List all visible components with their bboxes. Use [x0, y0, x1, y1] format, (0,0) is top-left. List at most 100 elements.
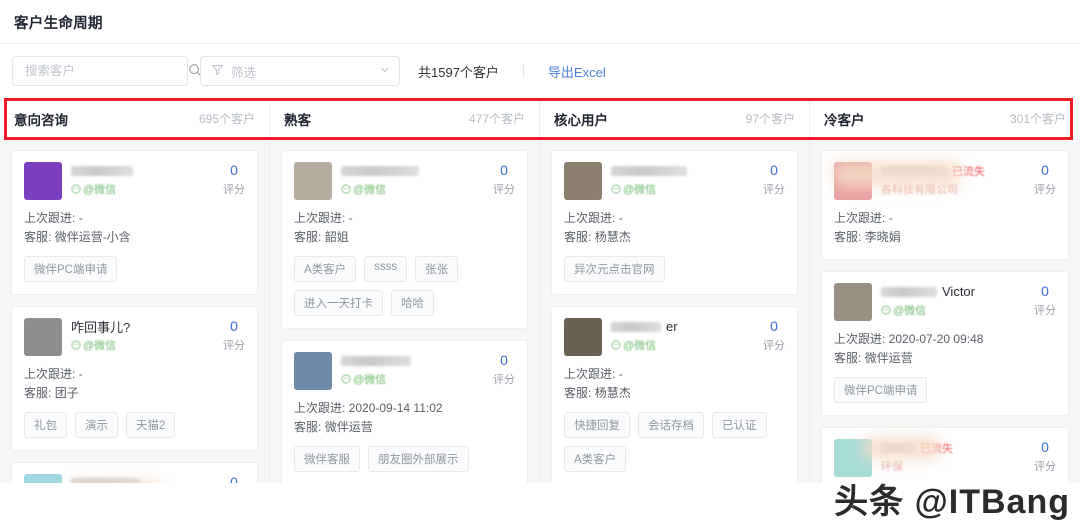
name-row: [611, 163, 755, 178]
avatar[interactable]: [564, 162, 602, 200]
identity-block: @微信: [341, 162, 485, 197]
avatar[interactable]: [24, 162, 62, 200]
customer-card[interactable]: @微信 0 评分上次跟进: - 客服: 微伴运营-小含微伴PC端申请: [11, 150, 258, 295]
tag-list: 异次元点击官网: [564, 256, 785, 282]
search-input-wrapper[interactable]: [12, 56, 202, 86]
customer-tag[interactable]: 会话存档: [638, 412, 704, 438]
customer-tag[interactable]: 异次元点击官网: [564, 256, 665, 282]
identity-block: er @微信: [611, 318, 755, 353]
column-card-list[interactable]: @微信 0 评分 上次跟进: - 客服: 韶姐 A类客户 ssss 张张 进入一天打卡 哈哈 @微信…: [270, 140, 539, 483]
sub-row: @微信: [71, 181, 215, 197]
export-excel-link[interactable]: 导出Excel: [548, 62, 606, 81]
tag-list: 微伴PC端申请: [24, 256, 245, 282]
column-card-list[interactable]: @微信 0 评分 上次跟进: - 客服: 杨慧杰 异次元点击官网 er @微信 0 评分 上次跟进:…: [540, 140, 809, 483]
score-label: 评分: [223, 340, 245, 352]
customer-name: 咋回事儿?: [71, 320, 131, 335]
last-follow-value: 2020-07-20 09:48: [888, 332, 984, 346]
column-header[interactable]: 核心用户 97个客户: [540, 98, 809, 140]
identity-block: @微信: [71, 162, 215, 197]
last-follow-row: 上次跟进: -: [294, 209, 515, 228]
customer-card[interactable]: @微信 0 评分 上次跟进: 2020-09-14 11:02 客服: 微伴运营 微伴客服…: [281, 340, 528, 483]
card-meta: 上次跟进: 2020-07-20 09:48 客服: 微伴运营: [834, 330, 1056, 368]
customer-card[interactable]: 0评分上次跟进: -客服: 严峰: [11, 462, 258, 483]
score-value: 0: [230, 162, 238, 178]
last-follow-label: 上次跟进:: [834, 211, 886, 225]
avatar[interactable]: [834, 283, 872, 321]
identity-block: [71, 474, 215, 483]
agent-label: 客服:: [294, 230, 322, 244]
customer-card[interactable]: er @微信 0 评分 上次跟进: - 客服: 杨慧杰 快捷回复 会话存档 已认证 A类客户: [551, 306, 798, 483]
card-top: @微信 0 评分: [294, 352, 515, 390]
customer-tag[interactable]: 哈哈: [391, 290, 434, 316]
identity-block: Victor @微信: [881, 283, 1026, 318]
customer-tag[interactable]: 进入一天打卡: [294, 290, 383, 316]
customer-tag[interactable]: 天猫2: [126, 412, 176, 438]
customer-card[interactable]: @微信 0 评分 上次跟进: - 客服: 韶姐 A类客户 ssss 张张 进入一天打卡 哈哈: [281, 150, 528, 329]
score-value: 0: [1041, 283, 1049, 299]
agent-value: 团子: [54, 386, 79, 400]
wechat-icon: [341, 374, 351, 384]
customer-card[interactable]: 已流失环保0评分上次跟进: -客服: 微伴运营微伴PC端申请: [821, 427, 1069, 483]
wechat-icon: [341, 184, 351, 194]
agent-value: 韶姐: [324, 230, 349, 244]
customer-tag[interactable]: 张张: [415, 256, 459, 282]
avatar[interactable]: [24, 318, 62, 356]
score-block: 0 评分: [485, 352, 515, 387]
score-block: 0 评分: [1026, 439, 1056, 474]
customer-card[interactable]: @微信 0 评分 上次跟进: - 客服: 杨慧杰 异次元点击官网: [551, 150, 798, 295]
customer-tag[interactable]: A类客户: [294, 256, 357, 282]
filter-dropdown[interactable]: 筛选: [200, 56, 400, 86]
avatar[interactable]: [24, 474, 62, 483]
agent-value: 杨慧杰: [594, 230, 631, 244]
customer-card[interactable]: 已流失 各科技有限公司 0 评分 上次跟进: - 客服: 李晓娟: [821, 150, 1069, 260]
customer-tag[interactable]: 朋友圈外部展示: [368, 446, 469, 472]
customer-tag[interactable]: 已认证: [712, 412, 767, 438]
column-header[interactable]: 熟客 477个客户: [270, 98, 539, 140]
page-title: 客户生命周期: [14, 16, 103, 32]
name-row: [341, 353, 485, 368]
score-label: 评分: [493, 374, 515, 386]
avatar[interactable]: [294, 352, 332, 390]
customer-tag[interactable]: 快捷回复: [564, 412, 630, 438]
card-top: 咋回事儿? @微信 0 评分: [24, 318, 245, 356]
last-follow-label: 上次跟进:: [24, 367, 76, 381]
column-card-list[interactable]: @微信 0 评分 上次跟进: - 客服: 微伴运营-小含 微伴PC端申请 咋回事儿? @微信 0…: [0, 140, 269, 483]
customer-tag[interactable]: A类客户: [564, 446, 627, 472]
last-follow-label: 上次跟进:: [294, 211, 346, 225]
card-meta: 上次跟进: - 客服: 微伴运营-小含: [24, 209, 245, 247]
avatar[interactable]: [564, 318, 602, 356]
card-top: 0评分: [24, 474, 245, 483]
avatar[interactable]: [294, 162, 332, 200]
card-meta: 上次跟进: - 客服: 韶姐: [294, 209, 515, 247]
company-name: 各科技有限公司: [881, 184, 958, 196]
column-header[interactable]: 冷客户 301个客户: [810, 98, 1080, 140]
customer-tag[interactable]: 演示: [75, 412, 118, 438]
customer-tag[interactable]: ssss: [364, 256, 408, 282]
customer-tag[interactable]: 微伴客服: [294, 446, 360, 472]
customer-tag[interactable]: 微伴PC端申请: [834, 377, 928, 403]
wechat-icon: [611, 340, 621, 350]
name-row: [71, 475, 215, 483]
customer-tag[interactable]: 微伴PC端申请: [24, 256, 118, 282]
search-input[interactable]: [23, 63, 188, 79]
customer-tag[interactable]: 礼包: [24, 412, 67, 438]
channel-badge: @微信: [341, 181, 386, 197]
score-label: 评分: [493, 184, 515, 196]
agent-row: 客服: 韶姐: [294, 228, 515, 247]
score-label: 评分: [223, 184, 245, 196]
card-meta: 上次跟进: - 客服: 杨慧杰: [564, 209, 785, 247]
customer-name: er: [666, 319, 678, 334]
last-follow-row: 上次跟进: 2020-07-20 09:48: [834, 330, 1056, 349]
sub-row: 环保: [881, 458, 1026, 474]
kanban-column: 意向咨询 695个客户 @微信 0 评分 上次跟进: - 客服: 微伴运营-小含 微伴PC端申…: [0, 98, 270, 483]
avatar[interactable]: [834, 162, 872, 200]
column-card-list[interactable]: 已流失 各科技有限公司 0 评分 上次跟进: - 客服: 李晓娟 Victor @微信 0 评分 上…: [810, 140, 1080, 483]
chevron-down-icon[interactable]: [379, 64, 391, 79]
column-count: 477个客户: [468, 112, 525, 126]
avatar[interactable]: [834, 439, 872, 477]
column-header[interactable]: 意向咨询 695个客户: [0, 98, 269, 140]
customer-card[interactable]: Victor @微信 0 评分 上次跟进: 2020-07-20 09:48 客服: 微伴…: [821, 271, 1069, 416]
customer-card[interactable]: 咋回事儿? @微信 0 评分 上次跟进: - 客服: 团子 礼包 演示 天猫2: [11, 306, 258, 451]
score-value: 0: [500, 162, 508, 178]
score-label: 评分: [763, 340, 785, 352]
